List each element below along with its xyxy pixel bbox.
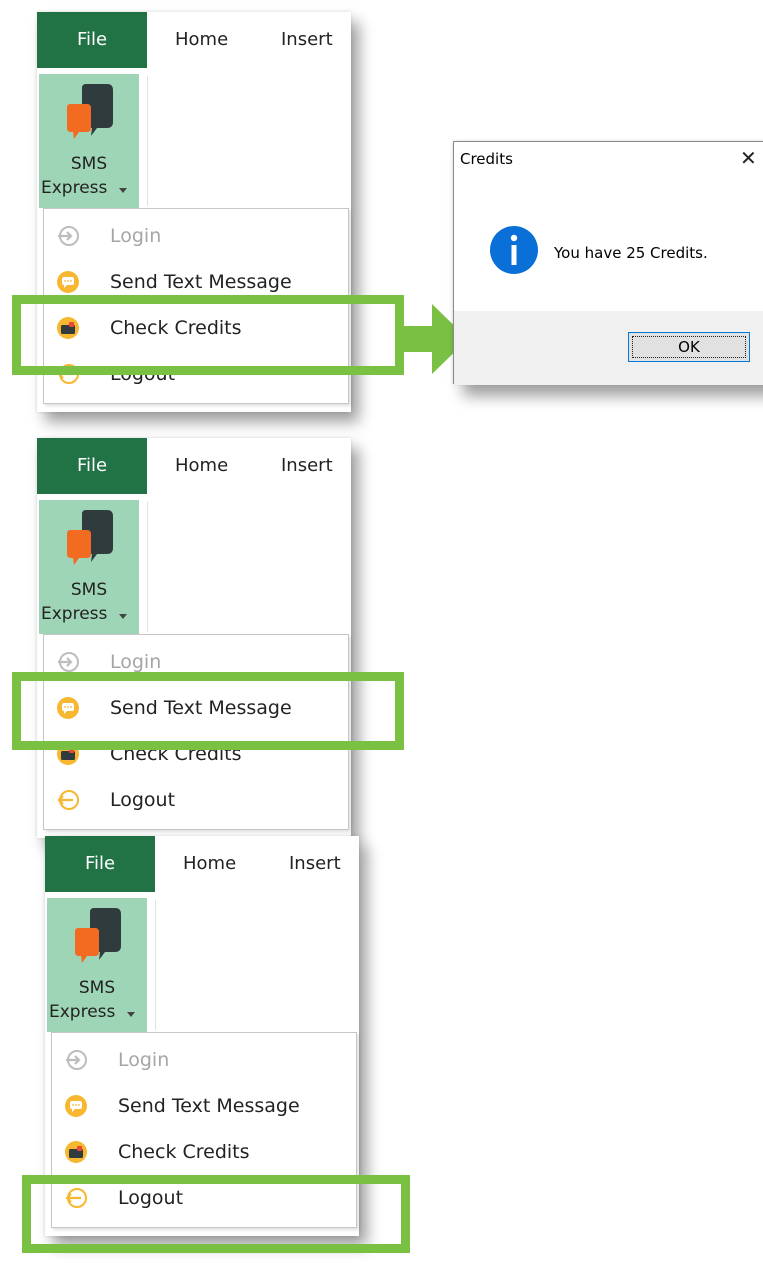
chevron-down-icon <box>119 614 127 619</box>
highlight-box-check-credits <box>12 295 404 375</box>
speech-bubble-icon <box>65 1095 87 1117</box>
sms-express-logo-icon <box>67 510 113 565</box>
ribbon-separator <box>155 900 156 1030</box>
login-arrow-icon <box>58 226 79 246</box>
speech-bubble-icon <box>57 271 79 293</box>
sms-express-label-line1: SMS <box>70 580 108 600</box>
menu-item-send-text-message[interactable]: Send Text Message <box>52 1083 356 1129</box>
tab-insert[interactable]: Insert <box>289 836 341 892</box>
ribbon-panel-send-text-message: File Home Insert SMS Express Login Send … <box>37 438 351 838</box>
menu-item-login[interactable]: Login <box>52 1037 356 1083</box>
menu-item-logout[interactable]: Logout <box>44 777 348 823</box>
ribbon-tab-bar: File Home Insert <box>37 438 351 494</box>
tab-insert[interactable]: Insert <box>281 12 333 68</box>
chevron-down-icon <box>127 1012 135 1017</box>
ok-button-label: OK <box>678 338 700 356</box>
menu-item-login[interactable]: Login <box>44 213 348 259</box>
highlight-box-send-text-message <box>12 672 404 750</box>
menu-item-check-credits[interactable]: Check Credits <box>52 1129 356 1175</box>
ok-button[interactable]: OK <box>628 332 750 362</box>
dialog-message: You have 25 Credits. <box>554 244 708 262</box>
ribbon-tab-bar: File Home Insert <box>37 12 351 68</box>
logout-arrow-icon <box>57 790 79 810</box>
sms-express-button[interactable]: SMS Express <box>47 898 147 1032</box>
tab-home[interactable]: Home <box>183 836 236 892</box>
dialog-footer: OK <box>454 311 763 385</box>
sms-express-logo-icon <box>75 908 121 963</box>
ribbon-separator <box>147 502 148 632</box>
menu-item-label: Send Text Message <box>118 1095 300 1117</box>
tab-home[interactable]: Home <box>175 438 228 494</box>
info-icon <box>490 226 538 274</box>
menu-item-label: Check Credits <box>118 1141 250 1163</box>
tab-insert[interactable]: Insert <box>281 438 333 494</box>
login-arrow-icon <box>66 1050 87 1070</box>
sms-express-button[interactable]: SMS Express <box>39 74 139 208</box>
dialog-title: Credits <box>460 150 513 168</box>
tab-file[interactable]: File <box>37 438 147 494</box>
close-icon[interactable]: ✕ <box>740 148 757 168</box>
credits-dialog: Credits ✕ You have 25 Credits. OK <box>453 141 763 385</box>
menu-item-label: Login <box>110 651 162 673</box>
sms-express-label-line1: SMS <box>78 978 116 998</box>
tab-home[interactable]: Home <box>175 12 228 68</box>
tab-file[interactable]: File <box>37 12 147 68</box>
sms-express-label-line1: SMS <box>70 154 108 174</box>
sms-express-logo-icon <box>67 84 113 139</box>
menu-item-label: Login <box>110 225 162 247</box>
chevron-down-icon <box>119 188 127 193</box>
login-arrow-icon <box>58 652 79 672</box>
ribbon-separator <box>147 76 148 206</box>
wallet-icon <box>65 1141 87 1163</box>
menu-item-label: Logout <box>110 789 176 811</box>
highlight-box-logout <box>22 1175 410 1253</box>
menu-item-label: Login <box>118 1049 170 1071</box>
menu-item-label: Send Text Message <box>110 271 292 293</box>
ribbon-tab-bar: File Home Insert <box>45 836 359 892</box>
tab-file[interactable]: File <box>45 836 155 892</box>
sms-express-button[interactable]: SMS Express <box>39 500 139 634</box>
